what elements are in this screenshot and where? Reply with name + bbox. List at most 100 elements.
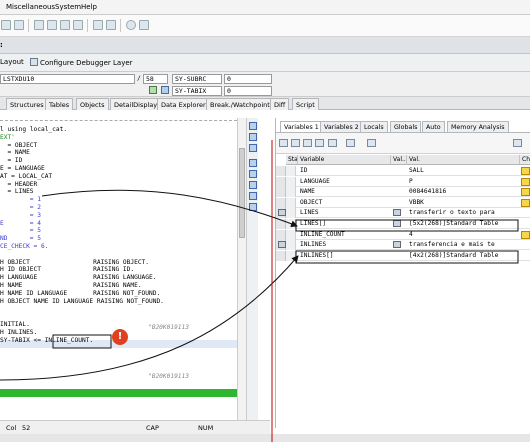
tab-memory-analysis[interactable]: Memory Analysis: [447, 121, 509, 132]
pencil-icon[interactable]: [521, 188, 530, 197]
row-selector[interactable]: [276, 187, 286, 198]
variable-row[interactable]: LANGUAGE P: [276, 176, 530, 187]
variable-name[interactable]: INLINE_COUNT: [298, 230, 390, 240]
settings-icon[interactable]: [346, 139, 355, 147]
table-icon[interactable]: [161, 86, 169, 94]
find-icon[interactable]: [1, 20, 11, 30]
pencil-icon[interactable]: [521, 230, 530, 239]
first-page-icon[interactable]: [34, 20, 44, 30]
layout-icon[interactable]: [367, 139, 376, 147]
tab-diff[interactable]: Diff: [270, 98, 290, 110]
move-up-icon[interactable]: [303, 139, 312, 147]
variable-row[interactable]: LINES[] [5x2(268)]Standard Table: [276, 219, 530, 229]
variable-name[interactable]: NAME: [298, 187, 390, 197]
tab-variables-2[interactable]: Variables 2: [320, 121, 363, 132]
column-header-variable[interactable]: Variable: [298, 155, 391, 165]
variable-value[interactable]: VBBK: [407, 198, 517, 208]
screen-icon[interactable]: [149, 86, 157, 94]
variable-name[interactable]: OBJECT: [298, 198, 390, 208]
column-header-status[interactable]: Sta...: [286, 155, 298, 165]
maximize-icon[interactable]: [249, 122, 257, 130]
variable-value[interactable]: 0084641816: [407, 187, 517, 197]
tab-detaildisplay[interactable]: DetailDisplay: [110, 98, 162, 110]
tab-structures[interactable]: Structures: [6, 98, 48, 110]
row-selector[interactable]: [276, 240, 286, 251]
source-code-editor[interactable]: l using local_cat. EXT' = OBJECT = NAME =…: [0, 118, 237, 420]
pencil-icon[interactable]: [521, 167, 530, 175]
row-selector[interactable]: [276, 229, 286, 240]
menu-help[interactable]: Help: [81, 3, 97, 11]
tab-objects[interactable]: Objects: [76, 98, 109, 110]
save-icon[interactable]: [513, 139, 522, 147]
variable-row[interactable]: INLINES transferencia e mais te: [276, 240, 530, 251]
variable-row[interactable]: ID SALL: [276, 166, 530, 176]
row-selector[interactable]: [276, 250, 286, 261]
delete-icon[interactable]: [279, 139, 288, 147]
row-selector[interactable]: [276, 176, 286, 187]
find-next-icon[interactable]: [14, 20, 24, 30]
scroll-thumb[interactable]: [239, 148, 245, 238]
variable-name[interactable]: INLINES[]: [298, 251, 390, 261]
variable-value[interactable]: 4: [407, 230, 517, 240]
next-page-icon[interactable]: [60, 20, 70, 30]
configure-debugger-layer-button[interactable]: Configure Debugger Layer: [30, 58, 133, 67]
tool-icon[interactable]: [249, 203, 257, 211]
variable-value[interactable]: transferir o texto para: [407, 208, 517, 218]
variable-row[interactable]: INLINE_COUNT 4: [276, 229, 530, 240]
move-down-icon[interactable]: [315, 139, 324, 147]
help-icon[interactable]: [126, 20, 136, 30]
pencil-icon[interactable]: [521, 198, 530, 207]
swap-icon[interactable]: [249, 133, 257, 141]
variable-value[interactable]: transferencia e mais te: [407, 240, 517, 250]
customize-layout-icon[interactable]: [139, 20, 149, 30]
table-type-icon: [393, 220, 401, 227]
new-session-icon[interactable]: [93, 20, 103, 30]
layout-button[interactable]: Layout: [0, 58, 24, 66]
column-header-val-type[interactable]: Val...: [391, 155, 407, 165]
tab-tables[interactable]: Tables: [45, 98, 74, 110]
tab-data-explorer[interactable]: Data Explorer: [157, 98, 210, 110]
sy-subrc-value[interactable]: 0: [224, 74, 272, 84]
variable-row[interactable]: NAME 0084641816: [276, 187, 530, 198]
tab-globals[interactable]: Globals: [390, 121, 422, 132]
menu-miscellaneous[interactable]: Miscellaneous: [6, 3, 55, 11]
variable-name[interactable]: LINES: [298, 208, 390, 218]
tab-locals[interactable]: Locals: [360, 121, 388, 132]
standard-toolbar: [0, 15, 530, 37]
editor-scrollbar[interactable]: [237, 118, 246, 420]
tool-icon[interactable]: [249, 181, 257, 189]
column-header-change[interactable]: Ch...: [520, 155, 530, 165]
row-selector[interactable]: [276, 197, 286, 208]
variable-name[interactable]: INLINES: [298, 240, 390, 250]
column-header-value[interactable]: Val.: [407, 155, 520, 165]
tab-breakpoints-watchpoints[interactable]: Break./Watchpoints: [206, 98, 278, 110]
variable-row[interactable]: INLINES[] [4x2(268)]Standard Table: [276, 250, 530, 261]
variable-name[interactable]: ID: [298, 166, 390, 176]
row-selector[interactable]: [276, 166, 286, 176]
variable-value[interactable]: P: [407, 177, 517, 187]
copy-icon[interactable]: [291, 139, 300, 147]
variable-value[interactable]: [5x2(268)]Standard Table: [407, 219, 517, 229]
variable-row[interactable]: OBJECT VBBK: [276, 197, 530, 208]
tool-icon[interactable]: [249, 192, 257, 200]
shortcut-icon[interactable]: [106, 20, 116, 30]
variable-value[interactable]: SALL: [407, 166, 517, 176]
row-selector[interactable]: [276, 208, 286, 219]
sy-tabix-value[interactable]: 0: [224, 86, 272, 96]
variable-row[interactable]: LINES transferir o texto para: [276, 208, 530, 219]
tool-icon[interactable]: [249, 170, 257, 178]
tool-icon[interactable]: [249, 159, 257, 167]
row-selector[interactable]: [276, 219, 286, 229]
pencil-icon[interactable]: [521, 177, 530, 186]
import-icon[interactable]: [328, 139, 337, 147]
variable-name[interactable]: LANGUAGE: [298, 177, 390, 187]
previous-page-icon[interactable]: [47, 20, 57, 30]
variable-name[interactable]: LINES[]: [298, 219, 390, 229]
tab-script[interactable]: Script: [292, 98, 319, 110]
tab-variables-1[interactable]: Variables 1: [280, 121, 323, 132]
split-icon[interactable]: [249, 144, 257, 152]
tab-auto[interactable]: Auto: [422, 121, 445, 132]
menu-system[interactable]: System: [55, 3, 81, 11]
last-page-icon[interactable]: [73, 20, 83, 30]
variable-value[interactable]: [4x2(268)]Standard Table: [407, 251, 517, 261]
